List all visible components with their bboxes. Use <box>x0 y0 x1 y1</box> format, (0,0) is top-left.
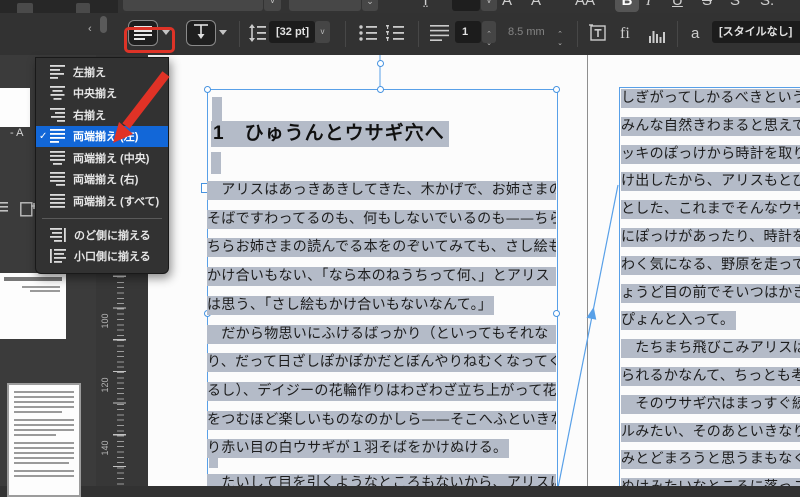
checkmark-icon: ✓ <box>39 131 47 142</box>
divider <box>577 21 578 47</box>
menu-item-align-toward-spine[interactable]: のど側に揃える <box>36 224 168 246</box>
page-thumbnail-1[interactable] <box>0 273 66 339</box>
text-line: け出したから、アリスもとび <box>621 172 800 191</box>
vertical-justify-chevron-icon[interactable] <box>219 30 227 35</box>
superscript-button[interactable]: S˙ <box>730 0 745 12</box>
ligatures-icon[interactable]: fi <box>620 25 630 43</box>
columns-spinner[interactable]: ⌃⌄ <box>482 21 496 43</box>
numbered-list-icon[interactable] <box>386 25 404 41</box>
text-line: みとどまろうと思うまもなく <box>621 450 800 469</box>
ruler-label: 120 <box>100 370 110 400</box>
text-frame-options-icon[interactable] <box>589 24 607 42</box>
text-line: るし）、デイジーの花輪作りはわざわざ立ち上がって花 <box>207 382 556 401</box>
thread-arrow-icon <box>587 307 597 320</box>
text-line: ッキのぽっけから時計を取り <box>621 145 800 164</box>
text-line: は思う、「さし絵もかけ合いもないなんて。」 <box>207 296 494 315</box>
text-line: ょうど目の前でそいつはかき <box>621 284 800 303</box>
ruler-label: 100 <box>100 306 110 336</box>
underline-button[interactable]: U <box>672 0 683 12</box>
selected-empty-line <box>211 152 221 174</box>
text-thread-line <box>556 185 618 486</box>
font-size-spinner[interactable]: ⌃⌄ <box>362 0 378 11</box>
selected-empty-line <box>212 97 222 122</box>
text-line: をつむほど楽しいものなのかしら——そこへふといきな <box>207 411 556 430</box>
panel-menu-icon[interactable] <box>0 201 8 215</box>
columns-count-field[interactable]: 1 <box>455 21 481 43</box>
gutter-spinner[interactable]: ⌃⌄ <box>553 21 567 43</box>
italic-button[interactable]: I <box>646 0 651 12</box>
text-line: とした、これまでそんなウサ <box>621 200 800 219</box>
menu-item-justify-right[interactable]: 両端揃え (右) <box>36 169 168 191</box>
divider <box>239 21 240 47</box>
annotation-arrow <box>100 60 180 155</box>
text-line: みんな自然きわまると思えて <box>621 117 800 136</box>
divider <box>345 21 346 47</box>
character-bars-icon[interactable] <box>649 31 665 43</box>
frame-handle[interactable] <box>377 86 384 93</box>
font-size-field[interactable] <box>289 0 361 11</box>
bulleted-list-icon[interactable] <box>359 25 377 41</box>
text-line: り赤い目の白ウサギが１羽そばをかけぬける。 <box>207 439 509 458</box>
text-line: そのウサギ穴はまっすぐ続 <box>621 395 800 414</box>
text-line: たいして目を引くようなところもないから、アリスに <box>207 474 556 486</box>
menu-divider <box>42 218 162 219</box>
text-line: かけ合いもない、「なら本のねうちって何、」とアリス <box>207 267 556 286</box>
page-thumbnail-2-selected[interactable] <box>7 383 81 497</box>
leading-value-field[interactable]: [32 pt] <box>269 21 315 43</box>
divider <box>677 21 678 47</box>
text-line: アリスはあっきあきしてきた、木かげで、お姉さまの <box>207 181 556 200</box>
align-top-icon <box>194 24 208 40</box>
strikethrough-button[interactable]: S <box>702 0 712 12</box>
ruler-label: 140 <box>100 433 110 463</box>
chapter-heading: 1 ひゅうんとウサギ穴へ <box>211 121 449 147</box>
master-page-label: - A <box>10 127 23 139</box>
scroll-pill[interactable] <box>100 16 107 33</box>
text-line: られるかなんて、ちっとも考 <box>621 367 800 386</box>
text-line: にぽっけがあったり、時計を <box>621 228 800 247</box>
increase-font-icon[interactable]: A⁺ <box>502 0 520 12</box>
frame-handle-above[interactable] <box>377 60 384 67</box>
subscript-button[interactable]: S. <box>760 0 774 12</box>
font-pair-icon[interactable]: AA <box>575 0 595 12</box>
vertical-justify-button[interactable] <box>186 20 216 46</box>
bold-button[interactable]: B <box>615 0 639 12</box>
font-family-chevron-icon[interactable]: v <box>264 0 281 11</box>
panel-tab[interactable] <box>17 3 33 13</box>
text-line: わく気になる、野原を走って <box>621 256 800 275</box>
annotation-highlight-box <box>124 27 175 53</box>
panel-tabs-stub <box>0 0 118 13</box>
text-line: ぴょんと入って。 <box>621 311 736 330</box>
leading-icon <box>249 24 266 42</box>
decrease-font-icon[interactable]: A⁻ <box>531 0 549 12</box>
character-style-icon: a <box>691 25 699 42</box>
page-thumbnail-partial[interactable] <box>0 88 30 127</box>
text-line: しぎがってしかるべきという <box>621 89 800 108</box>
menu-item-justify-all[interactable]: 両端揃え (すべて) <box>36 190 168 212</box>
text-line: り、だって日ざしぽかぽかだとぼんやりねむくなってく <box>207 353 556 372</box>
paragraph-toolbar: ‹ [32 pt] v <box>0 13 800 56</box>
collapse-panel-icon[interactable]: ‹ <box>88 23 92 35</box>
paragraph-style-select[interactable]: [スタイルなし] <box>712 21 800 43</box>
toolbar-row-top: v ⌃⌄ T̤ v A⁺ A⁻ AA B I U S S˙ S. <box>0 0 800 13</box>
panel-tab[interactable] <box>76 3 90 13</box>
gutter-field[interactable]: 8.5 mm <box>500 21 550 43</box>
font-style-select[interactable] <box>452 0 480 11</box>
frame-handle[interactable] <box>204 86 211 93</box>
font-style-chevron-icon[interactable]: v <box>481 0 497 11</box>
text-line: ちらお姉さまの読んでる本をのぞいてみても、さし絵も <box>207 238 556 257</box>
text-line: ぬけみたいなところに落っこ <box>621 478 800 486</box>
frame-handle[interactable] <box>553 86 560 93</box>
divider <box>418 21 419 47</box>
columns-icon <box>430 25 449 41</box>
special-character-icon[interactable]: T̤ <box>421 0 430 12</box>
text-line: ルみたい、そのあといきなり <box>621 423 800 442</box>
leading-chevron-icon[interactable]: v <box>315 21 330 43</box>
document-canvas[interactable]: 1 ひゅうんとウサギ穴へ アリスはあっきあきしてきた、木かげで、お姉さまの そば… <box>148 55 800 486</box>
font-family-select[interactable] <box>123 0 263 11</box>
text-line: たちまち飛びこみアリスは <box>621 339 800 358</box>
text-line: だから物思いにふけるばっかり（といってもそれな <box>207 325 556 344</box>
text-line: そばですわってるのも、何もしないでいるのも——ちら <box>207 210 556 229</box>
menu-item-align-away-from-spine[interactable]: 小口側に揃える <box>36 246 168 268</box>
